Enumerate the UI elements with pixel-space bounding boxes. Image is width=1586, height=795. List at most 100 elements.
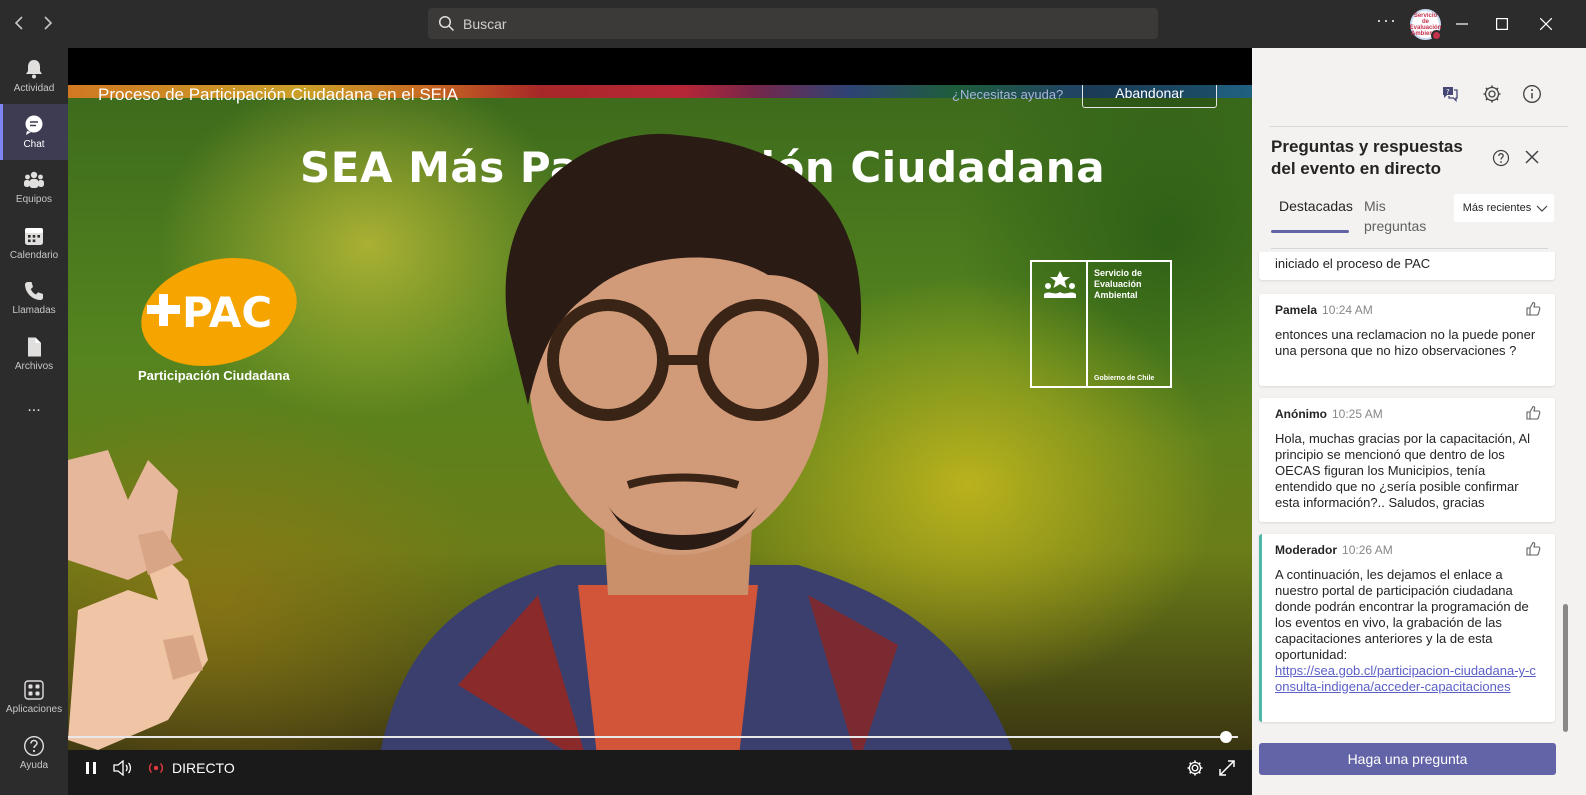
pause-icon (86, 762, 96, 774)
calendar-icon (25, 228, 43, 245)
qa-chat-icon[interactable]: ? (1440, 84, 1460, 104)
rail-item-aplicaciones[interactable]: Aplicaciones (0, 669, 68, 725)
message-author: Anónimo (1275, 407, 1327, 421)
apps-icon (24, 680, 44, 700)
live-indicator: DIRECTO (146, 758, 235, 778)
rail-item-label: Equipos (15, 194, 53, 205)
like-icon[interactable] (1525, 541, 1541, 557)
message-text: A continuación, les dejamos el enlace a … (1275, 567, 1541, 695)
tab-destacadas[interactable]: Destacadas (1279, 196, 1353, 216)
message-text: iniciado el proceso de PAC (1275, 256, 1431, 271)
chevron-right-icon (44, 16, 53, 30)
progress-bar[interactable] (68, 736, 1238, 738)
chevron-down-icon (1536, 205, 1548, 212)
rail-item-label: Calendario (9, 250, 59, 261)
pac-logo: PAC (129, 242, 309, 382)
help-icon[interactable] (1492, 149, 1510, 167)
minimize-icon (1456, 23, 1468, 25)
sea-logo-line3: Ambiental (1094, 290, 1138, 300)
rail-item-calendario[interactable]: Calendario (0, 215, 68, 271)
message-link[interactable]: https://sea.gob.cl/participacion-ciudada… (1275, 663, 1541, 695)
active-tab-indicator (1271, 230, 1349, 233)
live-event-player[interactable]: Proceso de Participación Ciudadana en el… (68, 48, 1252, 795)
avatar[interactable]: Servicio de Evaluación Ambiental (1410, 9, 1442, 41)
sea-logo-divider (1086, 262, 1088, 386)
message-time: 10:24 AM (1322, 303, 1373, 317)
close-window-button[interactable] (1534, 12, 1558, 36)
maximize-icon (1496, 18, 1508, 30)
teams-icon (24, 171, 44, 188)
sort-dropdown[interactable]: Más recientes (1454, 194, 1554, 222)
like-icon[interactable] (1525, 301, 1541, 317)
sea-logo-line1: Servicio de (1094, 268, 1143, 278)
qa-feed: iniciado el proceso de PAC Pamela 10:24 A… (1252, 252, 1586, 740)
player-settings-button[interactable] (1186, 758, 1204, 778)
rail-item-label: Chat (23, 139, 45, 150)
message-time: 10:25 AM (1332, 407, 1383, 421)
live-broadcast-icon (148, 763, 164, 773)
close-icon (1540, 18, 1552, 30)
qa-panel: ? Preguntas y respuestas del evento en d… (1252, 48, 1586, 795)
fullscreen-icon (1219, 760, 1235, 776)
rail-item-label: Ayuda (19, 760, 49, 771)
more-options-button[interactable]: ··· (1376, 10, 1397, 31)
info-icon[interactable] (1522, 84, 1542, 104)
rail-item-chat[interactable]: Chat (0, 104, 68, 160)
sea-logo-line2: Evaluación (1094, 279, 1142, 289)
sort-value: Más recientes (1462, 202, 1532, 214)
pause-button[interactable] (84, 758, 98, 778)
more-apps-label: ... (27, 398, 41, 415)
qa-title: Preguntas y respuestas del evento en dir… (1271, 137, 1463, 178)
qa-scrollbar[interactable] (1563, 604, 1568, 732)
message-author: Pamela (1275, 303, 1318, 317)
message-body: A continuación, les dejamos el enlace a … (1275, 567, 1529, 662)
search-placeholder: Buscar (463, 15, 507, 32)
rail-item-equipos[interactable]: Equipos (0, 159, 68, 215)
leave-button[interactable]: Abandonar (1082, 85, 1217, 108)
rail-item-llamadas[interactable]: Llamadas (0, 270, 68, 326)
event-title: Proceso de Participación Ciudadana en el… (98, 85, 459, 104)
gear-icon[interactable] (1482, 84, 1502, 104)
fullscreen-button[interactable] (1218, 758, 1236, 778)
volume-icon (113, 760, 132, 776)
tab-mis-preguntas[interactable]: Mis preguntas (1364, 196, 1434, 236)
live-label: DIRECTO (172, 760, 235, 776)
sea-logo-footer: Gobierno de Chile (1094, 375, 1155, 382)
chevron-left-icon (14, 16, 23, 30)
search-input[interactable]: Buscar (428, 8, 1158, 39)
message-text: entonces una reclamacion no la puede pon… (1275, 327, 1536, 358)
more-apps-button[interactable]: ... (0, 381, 68, 433)
minimize-button[interactable] (1450, 12, 1474, 36)
maximize-button[interactable] (1490, 12, 1514, 36)
app-rail: Actividad Chat Equipos Calendario Llamad… (0, 48, 68, 795)
back-button[interactable] (8, 12, 30, 34)
ask-question-button[interactable]: Haga una pregunta (1259, 743, 1556, 775)
like-icon[interactable] (1525, 405, 1541, 421)
message-text: Hola, muchas gracias por la capacitación… (1275, 431, 1531, 510)
presenter-video (380, 133, 1013, 750)
file-icon (28, 337, 41, 357)
presence-status-icon (1431, 30, 1442, 41)
bell-icon (26, 60, 42, 79)
qa-toolbar-divider (1270, 126, 1568, 127)
rail-item-ayuda[interactable]: Ayuda (0, 725, 68, 781)
rail-item-label: Aplicaciones (5, 704, 63, 715)
list-item: Anónimo 10:25 AM Hola, muchas gracias por… (1259, 398, 1555, 522)
player-controls: DIRECTO (68, 750, 1252, 795)
pac-subtitle: Participación Ciudadana (138, 368, 290, 383)
pac-logo-text: PAC (182, 288, 273, 337)
svg-text:?: ? (1446, 88, 1450, 96)
rail-item-label: Archivos (14, 361, 54, 372)
volume-button[interactable] (113, 758, 133, 778)
rail-item-actividad[interactable]: Actividad (0, 48, 68, 104)
close-icon[interactable] (1524, 149, 1540, 165)
rail-item-label: Llamadas (12, 305, 56, 316)
rail-item-archivos[interactable]: Archivos (0, 326, 68, 382)
forward-button[interactable] (37, 12, 59, 34)
sea-logo-text: Servicio de Evaluación Ambiental (1094, 268, 1142, 301)
help-link[interactable]: ¿Necesitas ayuda? (952, 87, 1063, 102)
chat-icon (25, 115, 43, 135)
message-author: Moderador (1275, 543, 1338, 557)
help-icon (23, 735, 45, 757)
message-meta: Moderador 10:26 AM (1275, 542, 1541, 558)
